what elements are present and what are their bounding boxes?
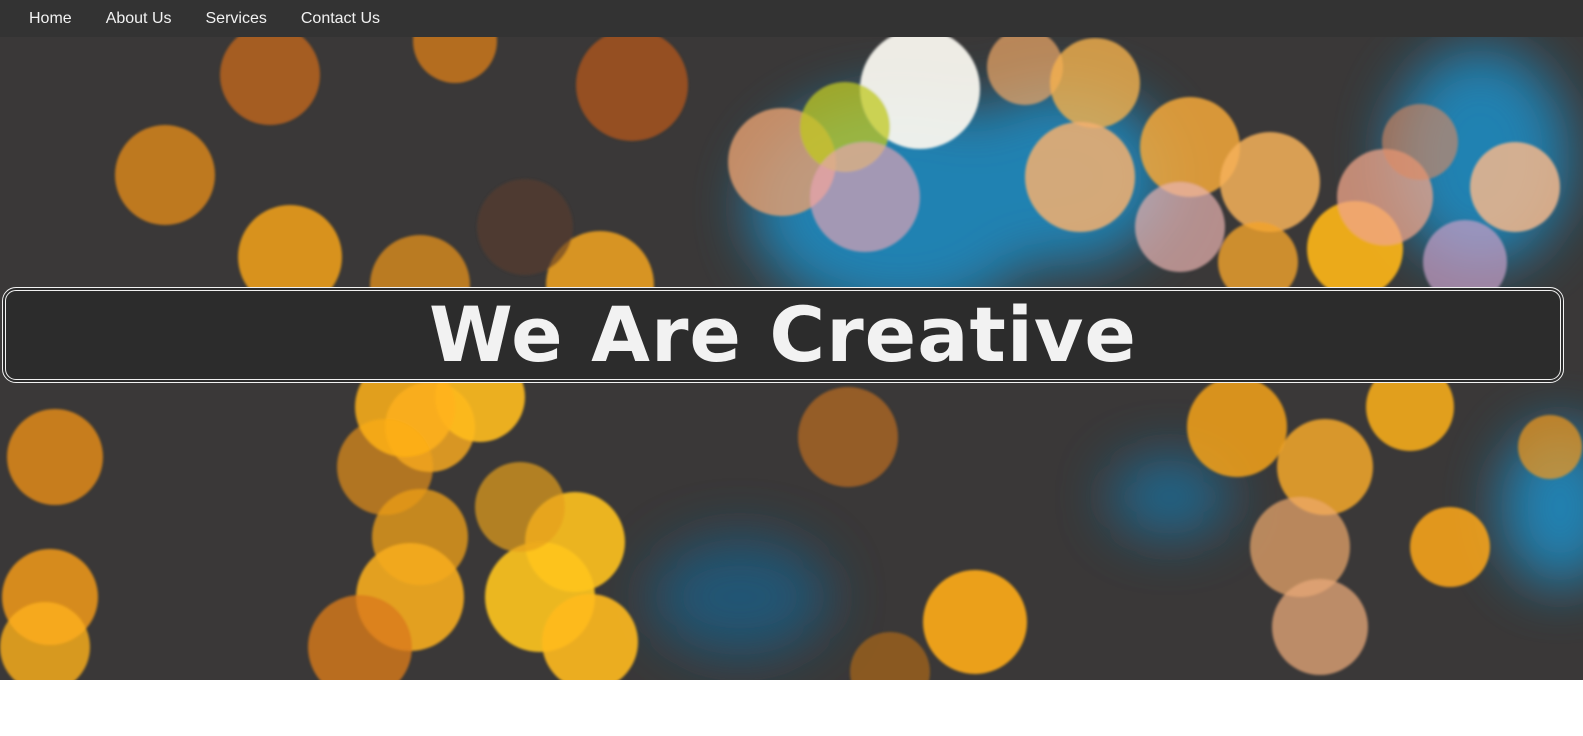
page-content-area bbox=[0, 680, 1583, 736]
nav-link-about-us[interactable]: About Us bbox=[106, 0, 172, 37]
headline-banner: We Are Creative bbox=[2, 287, 1564, 383]
nav-link-home[interactable]: Home bbox=[29, 0, 72, 37]
nav-link-services[interactable]: Services bbox=[206, 0, 267, 37]
top-navigation-bar: Home About Us Services Contact Us bbox=[0, 0, 1583, 37]
hero-banner: We Are Creative bbox=[0, 37, 1583, 680]
hero-headline: We Are Creative bbox=[429, 290, 1137, 379]
nav-link-contact-us[interactable]: Contact Us bbox=[301, 0, 380, 37]
